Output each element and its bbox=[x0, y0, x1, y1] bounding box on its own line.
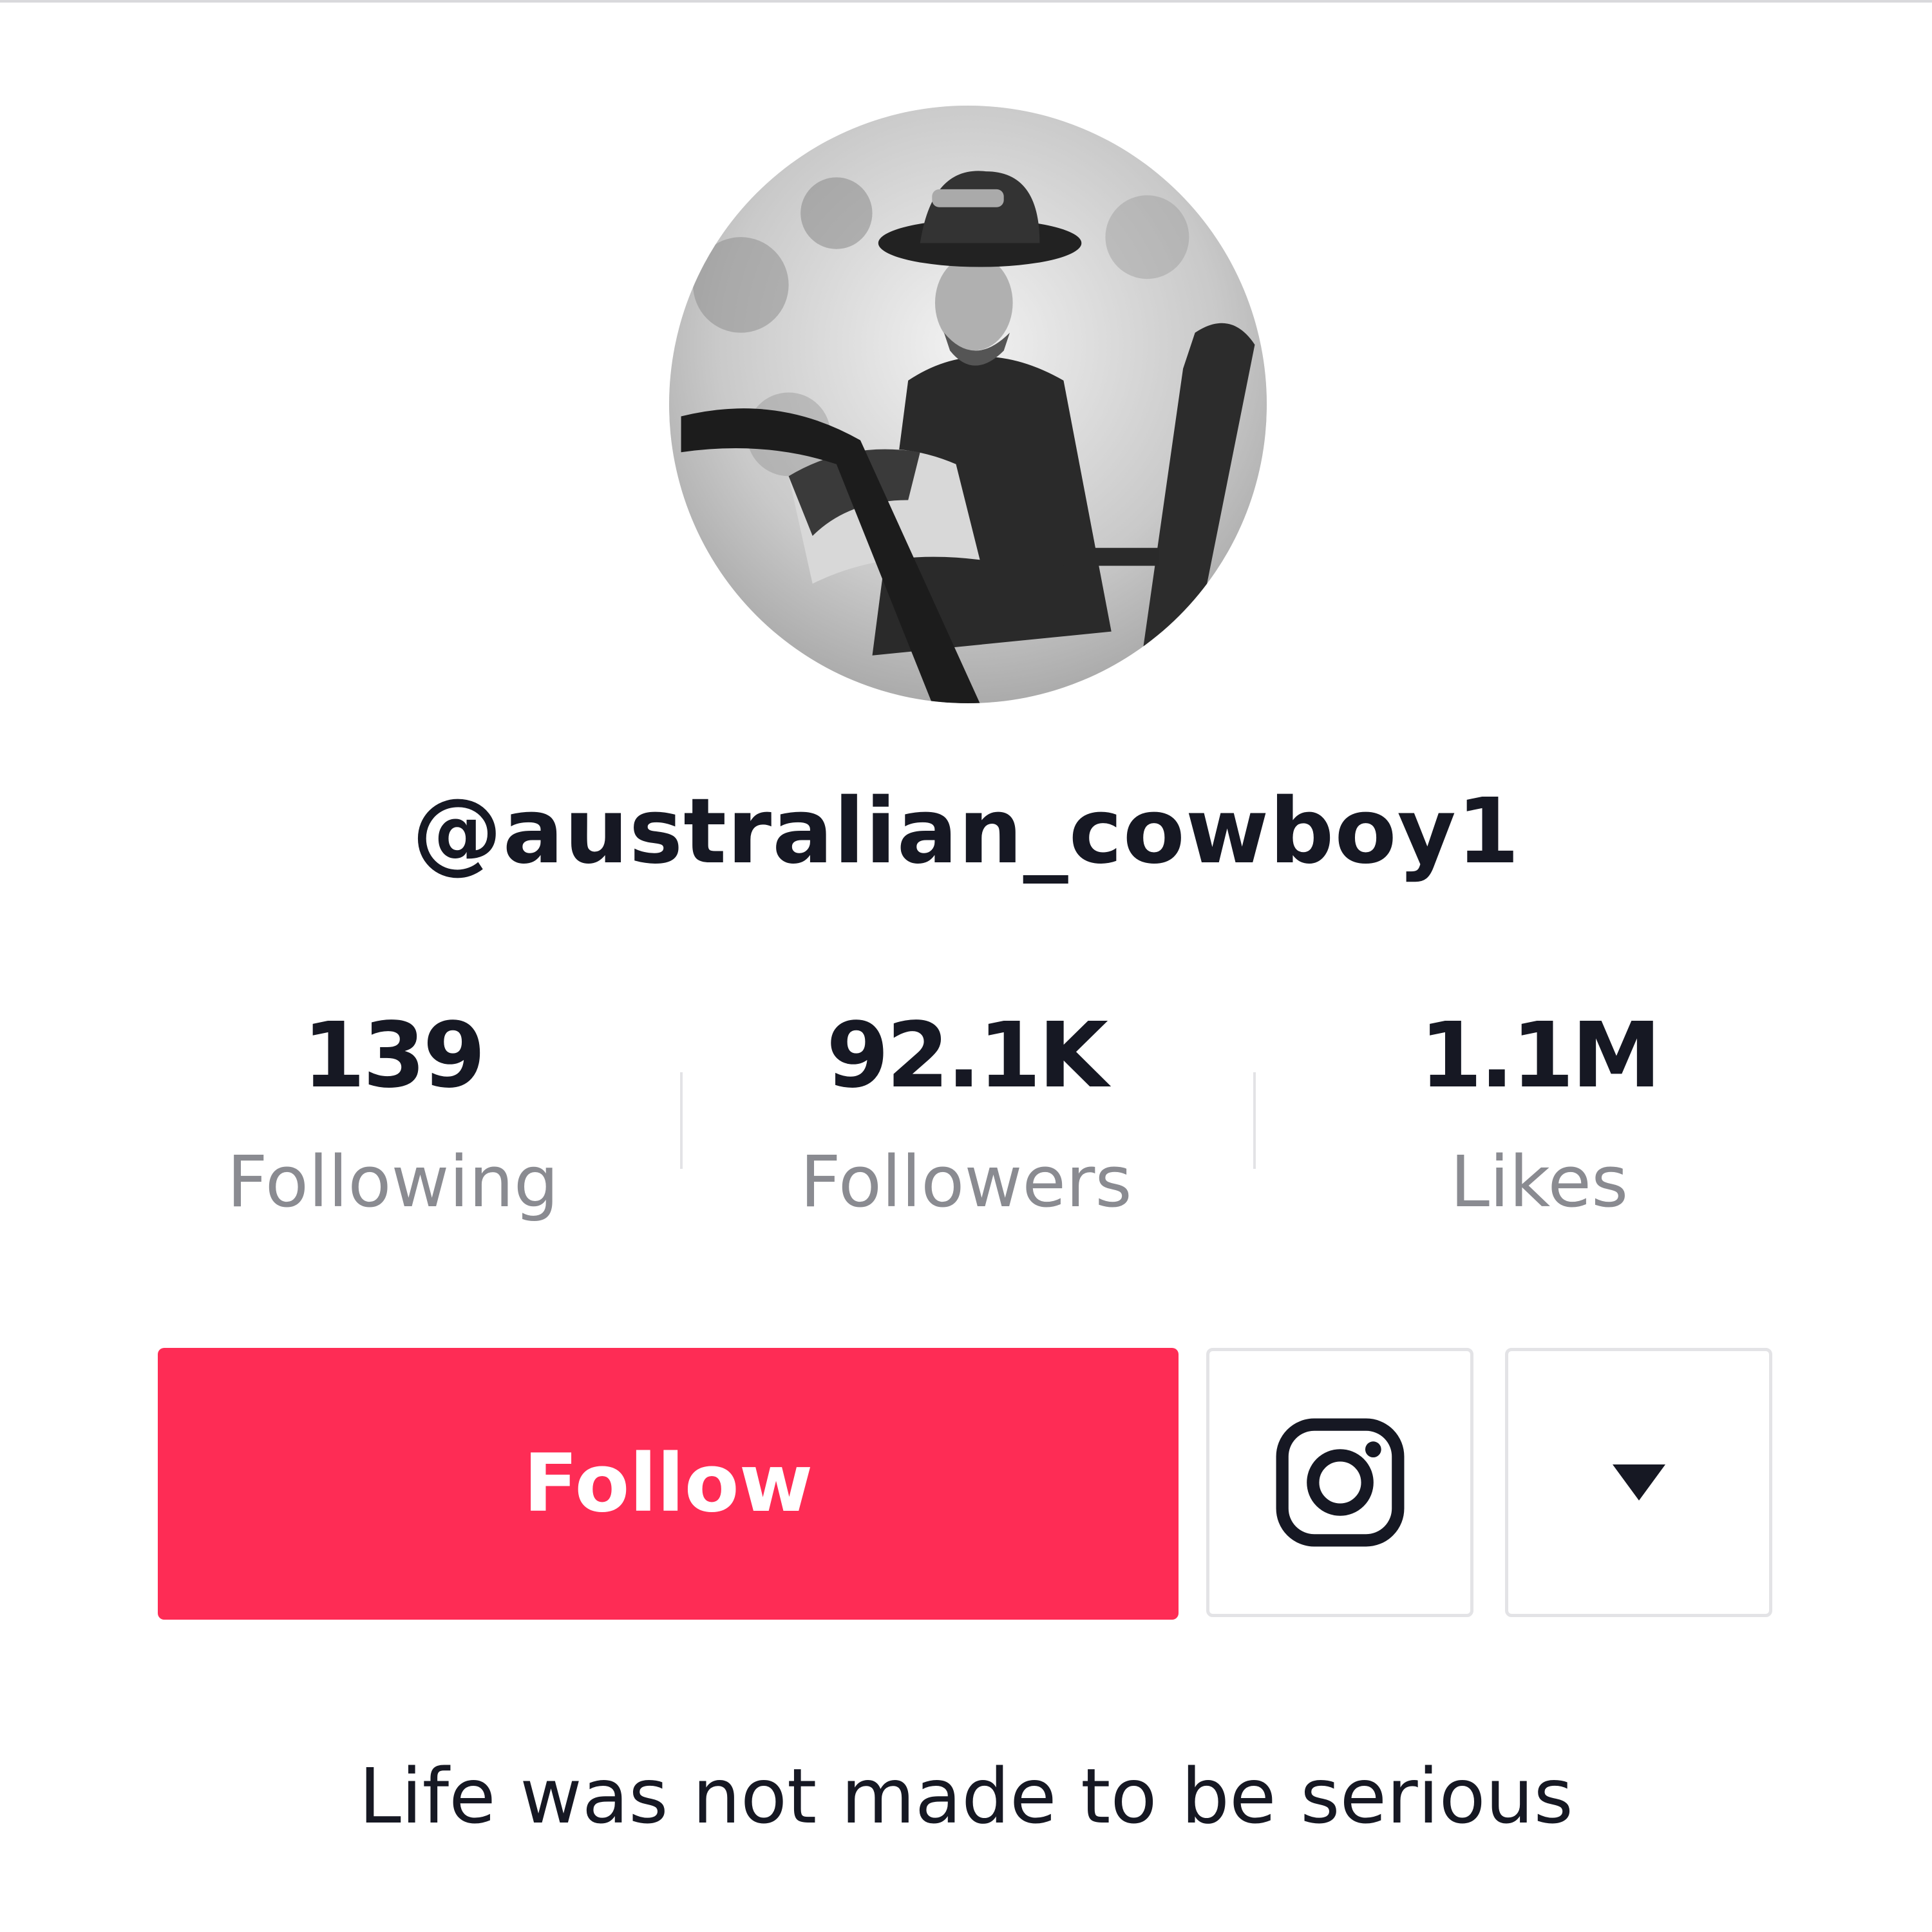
followers-label: Followers bbox=[800, 1141, 1132, 1223]
avatar-photo bbox=[669, 106, 1267, 703]
avatar[interactable] bbox=[669, 106, 1267, 703]
stat-divider bbox=[680, 1072, 683, 1169]
username: @australian_cowboy1 bbox=[412, 779, 1520, 884]
following-label: Following bbox=[227, 1141, 559, 1223]
more-options-button[interactable] bbox=[1505, 1348, 1772, 1617]
top-divider bbox=[0, 0, 1932, 3]
followers-count: 92.1K bbox=[826, 1003, 1108, 1108]
likes-label: Likes bbox=[1450, 1141, 1629, 1223]
stat-followers[interactable]: 92.1K Followers bbox=[708, 1005, 1224, 1224]
stat-likes: 1.1M Likes bbox=[1282, 1005, 1797, 1224]
caret-down-icon bbox=[1612, 1464, 1665, 1501]
stat-following[interactable]: 139 Following bbox=[135, 1005, 650, 1224]
follow-button[interactable]: Follow bbox=[158, 1348, 1179, 1620]
instagram-button[interactable] bbox=[1206, 1348, 1473, 1617]
bio: Life was not made to be serious bbox=[359, 1752, 1573, 1841]
instagram-icon bbox=[1276, 1418, 1404, 1547]
stat-divider bbox=[1253, 1072, 1256, 1169]
following-count: 139 bbox=[302, 1003, 486, 1108]
likes-count: 1.1M bbox=[1419, 1003, 1661, 1108]
